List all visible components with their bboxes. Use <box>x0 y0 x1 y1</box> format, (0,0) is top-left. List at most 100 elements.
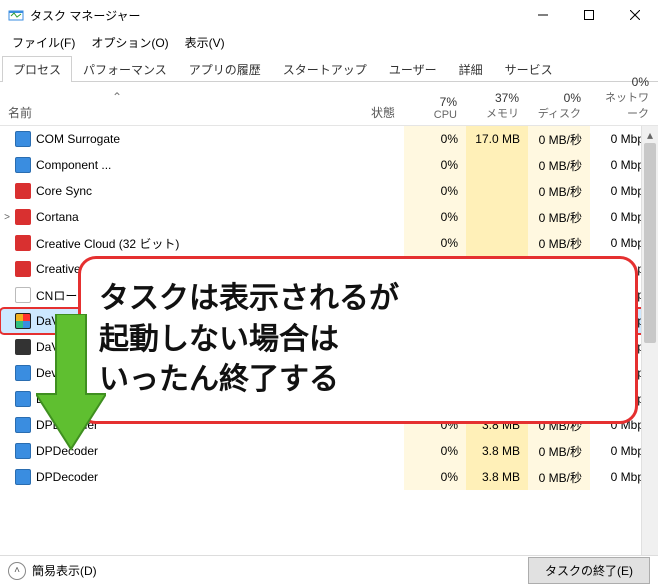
process-disk: 0 MB/秒 <box>528 178 590 204</box>
process-icon <box>14 443 32 459</box>
process-cpu: 0% <box>404 178 466 204</box>
process-mem <box>466 204 528 230</box>
process-icon <box>14 287 32 303</box>
process-mem <box>466 230 528 256</box>
process-cpu: 0% <box>404 152 466 178</box>
process-disk: 0 MB/秒 <box>528 464 590 490</box>
close-button[interactable] <box>612 0 658 30</box>
tab-bar: プロセスパフォーマンスアプリの履歴スタートアップユーザー詳細サービス <box>0 55 658 82</box>
menu-file[interactable]: ファイル(F) <box>6 32 81 53</box>
menu-options[interactable]: オプション(O) <box>85 32 174 53</box>
process-disk: 0 MB/秒 <box>528 438 590 464</box>
tab-6[interactable]: サービス <box>494 56 564 82</box>
process-icon <box>14 131 32 147</box>
process-icon <box>14 469 32 485</box>
process-mem: 3.8 MB <box>466 464 528 490</box>
minimize-button[interactable] <box>520 0 566 30</box>
tab-2[interactable]: アプリの履歴 <box>178 56 272 82</box>
col-name-label: 名前 <box>8 104 32 121</box>
annotation-line2: 起動しない場合は <box>99 320 399 361</box>
col-network[interactable]: 0% ネットワーク <box>590 82 658 125</box>
process-cpu: 0% <box>404 126 466 152</box>
annotation-arrow-icon <box>36 314 106 454</box>
scroll-up-button[interactable]: ▴ <box>642 126 658 143</box>
tab-5[interactable]: 詳細 <box>448 56 494 82</box>
process-disk: 0 MB/秒 <box>528 230 590 256</box>
process-icon <box>14 313 32 329</box>
process-mem: 17.0 MB <box>466 126 528 152</box>
menu-bar: ファイル(F) オプション(O) 表示(V) <box>0 30 658 55</box>
chevron-up-icon: ˄ <box>8 562 26 580</box>
col-mem-pct: 37% <box>474 91 519 105</box>
col-status-label: 状態 <box>371 104 395 121</box>
process-cpu: 0% <box>404 464 466 490</box>
col-memory[interactable]: 37% メモリ <box>466 82 528 125</box>
process-row[interactable]: DPDecoder0%3.8 MB0 MB/秒0 Mbps <box>0 464 658 490</box>
process-icon <box>14 183 32 199</box>
col-name[interactable]: 名前 ⌃ <box>0 82 304 125</box>
process-mem: 3.8 MB <box>466 438 528 464</box>
col-mem-label: メモリ <box>474 105 519 121</box>
annotation-line3: いったん終了する <box>99 360 399 401</box>
scroll-track[interactable] <box>642 143 658 567</box>
tab-0[interactable]: プロセス <box>2 56 72 82</box>
process-name: Creative Cloud (32 ビット) <box>32 235 304 252</box>
process-name: COM Surrogate <box>32 132 304 146</box>
col-disk-label: ディスク <box>536 105 581 121</box>
process-row[interactable]: Creative Cloud (32 ビット)0%0 MB/秒0 Mbps <box>0 230 658 256</box>
col-cpu-pct: 7% <box>412 95 457 109</box>
process-icon <box>14 339 32 355</box>
process-mem <box>466 152 528 178</box>
process-name: Core Sync <box>32 184 304 198</box>
process-icon <box>14 157 32 173</box>
process-icon <box>14 235 32 251</box>
process-icon <box>14 417 32 433</box>
menu-view[interactable]: 表示(V) <box>179 32 231 53</box>
process-cpu: 0% <box>404 204 466 230</box>
tab-4[interactable]: ユーザー <box>378 56 448 82</box>
col-disk-pct: 0% <box>536 91 581 105</box>
sort-indicator-icon: ⌃ <box>112 90 122 104</box>
end-task-button[interactable]: タスクの終了(E) <box>528 557 650 584</box>
process-icon <box>14 365 32 381</box>
scroll-thumb[interactable] <box>644 143 656 343</box>
process-row[interactable]: >Cortana0%0 MB/秒0 Mbps <box>0 204 658 230</box>
window-title: タスク マネージャー <box>30 7 520 24</box>
process-disk: 0 MB/秒 <box>528 126 590 152</box>
col-net-pct: 0% <box>598 75 649 89</box>
col-cpu-label: CPU <box>412 109 457 121</box>
col-status[interactable]: 状態 <box>304 82 404 125</box>
vertical-scrollbar[interactable]: ▴ ▾ <box>641 126 658 584</box>
process-disk: 0 MB/秒 <box>528 152 590 178</box>
process-row[interactable]: COM Surrogate0%17.0 MB0 MB/秒0 Mbps <box>0 126 658 152</box>
process-mem <box>466 178 528 204</box>
process-name: DPDecoder <box>32 470 304 484</box>
process-cpu: 0% <box>404 438 466 464</box>
process-list: COM Surrogate0%17.0 MB0 MB/秒0 MbpsCompon… <box>0 126 658 584</box>
fewer-details-label: 簡易表示(D) <box>32 562 97 579</box>
process-disk: 0 MB/秒 <box>528 204 590 230</box>
col-cpu[interactable]: 7% CPU <box>404 82 466 125</box>
annotation-line1: タスクは表示されるが <box>99 279 399 320</box>
tab-1[interactable]: パフォーマンス <box>72 56 178 82</box>
app-icon <box>8 7 24 23</box>
annotation-text: タスクは表示されるが 起動しない場合は いったん終了する <box>99 279 399 401</box>
expand-toggle[interactable]: > <box>0 212 14 223</box>
col-net-label: ネットワーク <box>598 89 649 121</box>
annotation-callout: タスクは表示されるが 起動しない場合は いったん終了する <box>78 256 638 424</box>
title-bar: タスク マネージャー <box>0 0 658 30</box>
process-cpu: 0% <box>404 230 466 256</box>
process-icon <box>14 391 32 407</box>
bottom-bar: ˄ 簡易表示(D) タスクの終了(E) <box>0 555 658 585</box>
process-icon <box>14 209 32 225</box>
process-name: Cortana <box>32 210 304 224</box>
col-disk[interactable]: 0% ディスク <box>528 82 590 125</box>
process-name: Component ... <box>32 158 304 172</box>
process-icon <box>14 261 32 277</box>
tab-3[interactable]: スタートアップ <box>272 56 378 82</box>
column-header: 名前 ⌃ 状態 7% CPU 37% メモリ 0% ディスク 0% ネットワーク <box>0 82 658 126</box>
fewer-details-button[interactable]: ˄ 簡易表示(D) <box>8 562 97 580</box>
maximize-button[interactable] <box>566 0 612 30</box>
process-row[interactable]: Core Sync0%0 MB/秒0 Mbps <box>0 178 658 204</box>
process-row[interactable]: Component ...0%0 MB/秒0 Mbps <box>0 152 658 178</box>
